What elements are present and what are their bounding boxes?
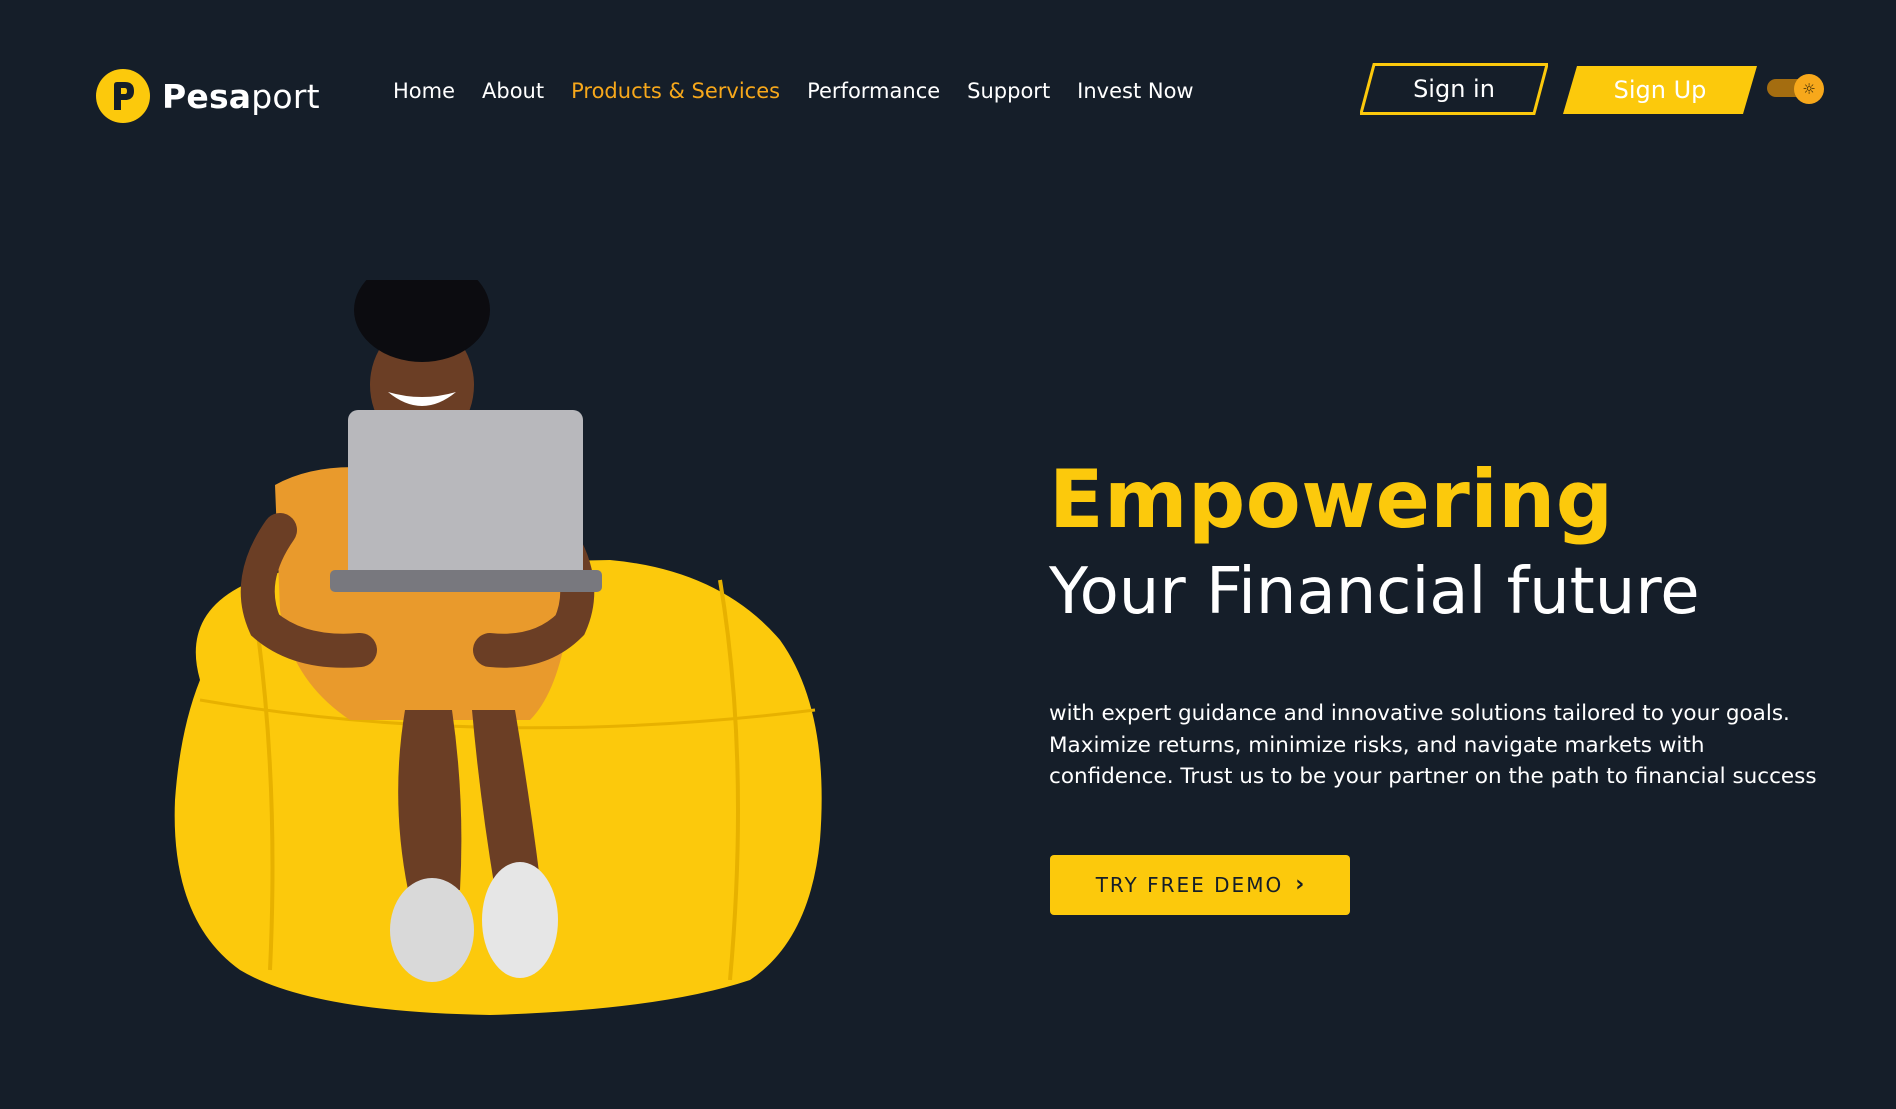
try-free-demo-label: TRY FREE DEMO	[1095, 873, 1284, 897]
theme-toggle[interactable]: ☼	[1767, 74, 1825, 104]
brand-logo[interactable]: Pesaport	[96, 68, 320, 124]
site-header: Pesaport Home About Products & Services …	[0, 0, 1896, 190]
hero-title: Empowering	[1049, 453, 1614, 546]
nav-item-products-services[interactable]: Products & Services	[571, 76, 780, 106]
nav-item-support[interactable]: Support	[967, 76, 1050, 106]
nav-item-invest-now[interactable]: Invest Now	[1077, 76, 1193, 106]
main-nav: Home About Products & Services Performan…	[393, 76, 1221, 106]
sun-icon: ☼	[1794, 74, 1824, 104]
landing-page: Pesaport Home About Products & Services …	[0, 0, 1896, 1109]
sign-up-label: Sign Up	[1613, 76, 1707, 104]
hero-image	[174, 280, 822, 1015]
nav-item-home[interactable]: Home	[393, 76, 455, 106]
hero-description: with expert guidance and innovative solu…	[1049, 698, 1829, 793]
sign-up-button[interactable]: Sign Up	[1563, 66, 1757, 114]
brand-name-bold: Pesa	[162, 76, 252, 116]
chevron-right-icon: ›	[1295, 872, 1305, 897]
sign-in-label: Sign in	[1413, 75, 1495, 103]
hero-description-line-2: Maximize returns, minimize risks, and na…	[1049, 732, 1705, 758]
laptop	[348, 410, 583, 580]
try-free-demo-button[interactable]: TRY FREE DEMO ›	[1050, 855, 1350, 915]
brand-name: Pesaport	[162, 80, 320, 113]
hero-subtitle: Your Financial future	[1049, 555, 1700, 629]
hero-description-line-3: confidence. Trust us to be your partner …	[1049, 764, 1817, 789]
brand-name-light: port	[251, 76, 320, 116]
hero-description-line-1: with expert guidance and innovative solu…	[1049, 701, 1790, 726]
hero-text-block: Empowering Your Financial future with ex…	[1049, 450, 1849, 793]
sign-in-button[interactable]: Sign in	[1360, 63, 1548, 115]
nav-item-about[interactable]: About	[482, 76, 544, 106]
nav-item-performance[interactable]: Performance	[807, 76, 940, 106]
p-logo-icon	[96, 69, 150, 123]
